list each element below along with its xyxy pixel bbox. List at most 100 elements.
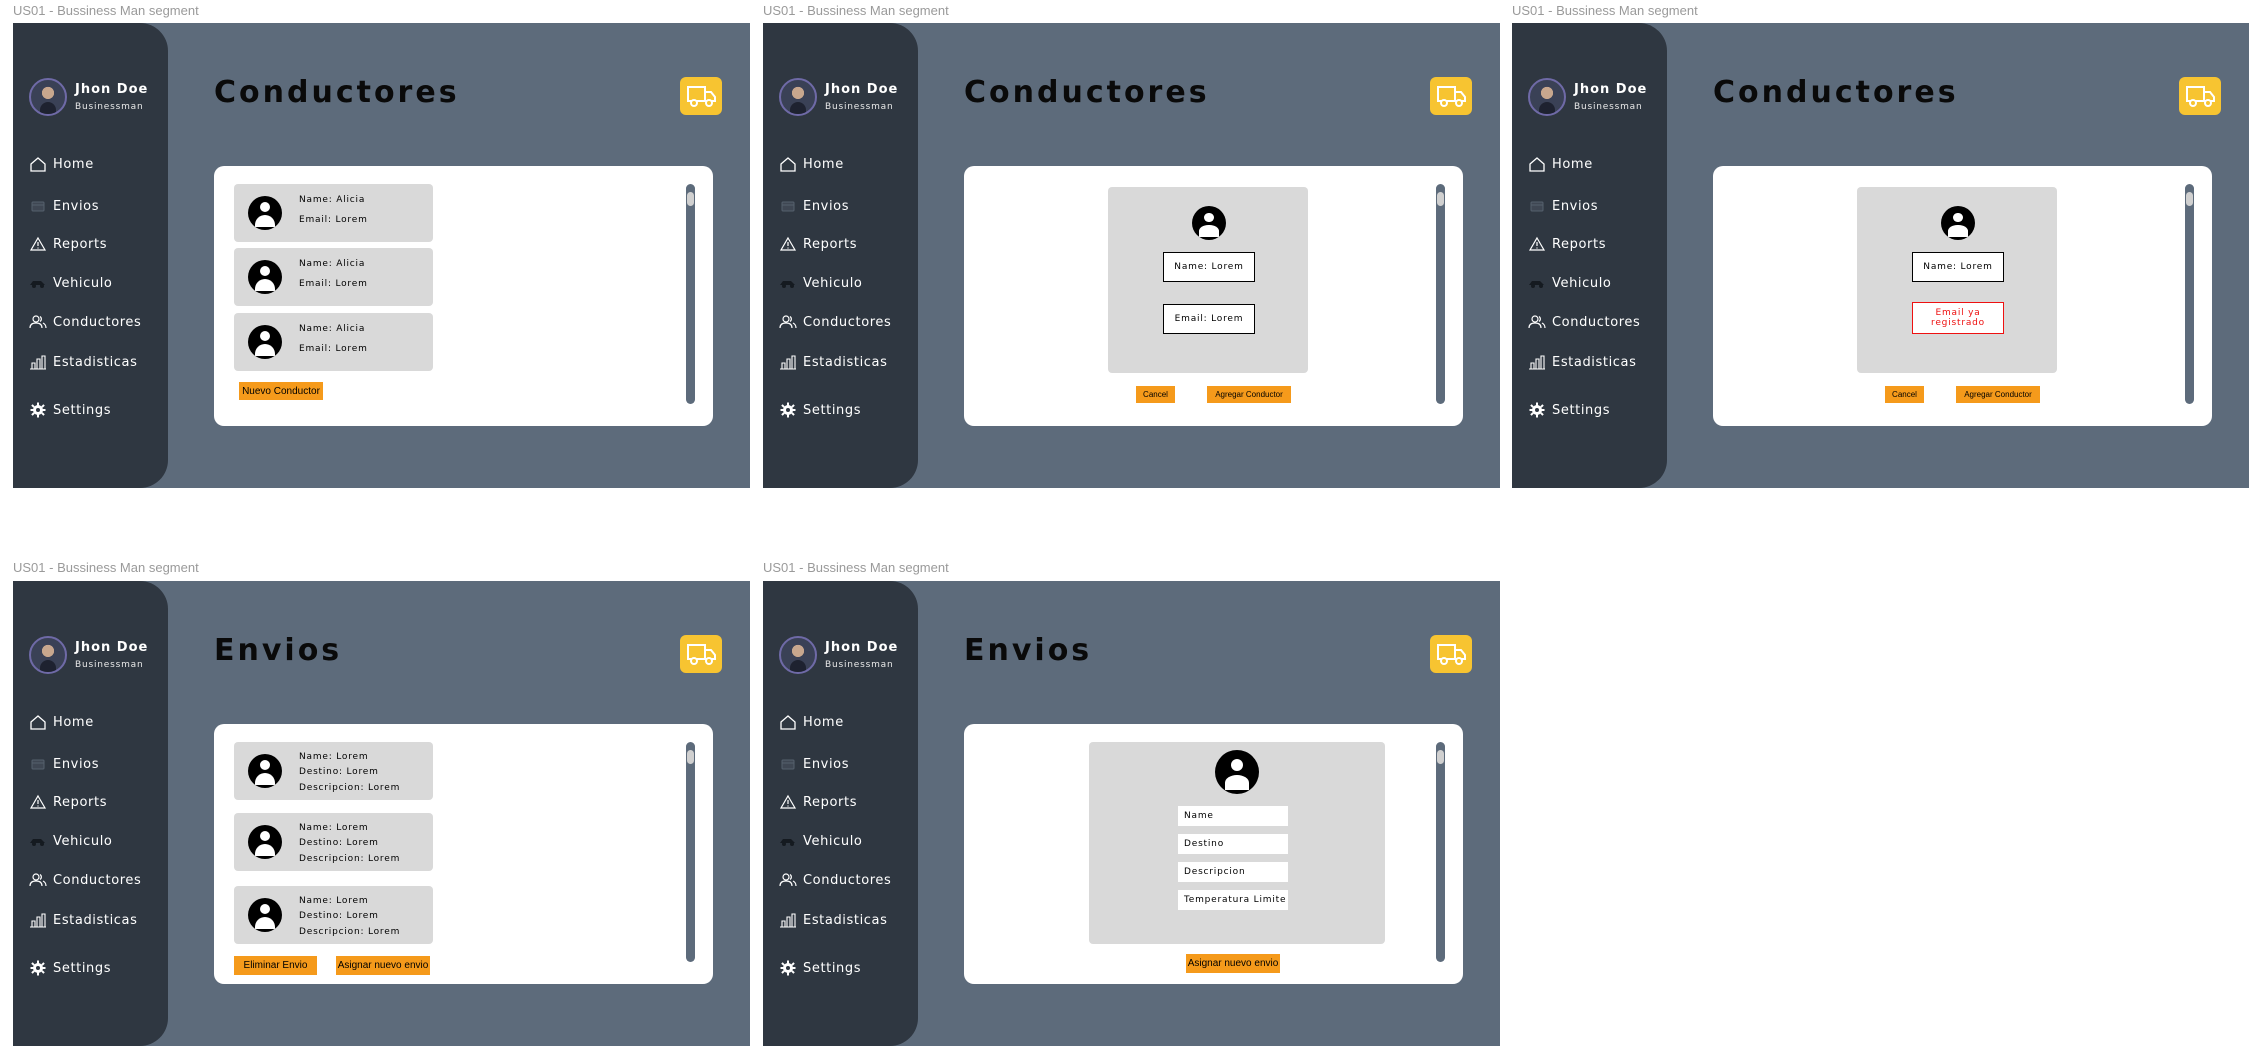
scrollbar-thumb[interactable]: [1437, 192, 1444, 206]
user-profile[interactable]: Jhon Doe Businessman: [29, 78, 148, 116]
nav-conductores[interactable]: Conductores: [1528, 314, 1640, 330]
shipment-card[interactable]: Name: Lorem Destino: Lorem Descripcion: …: [234, 886, 433, 944]
home-icon: [779, 714, 797, 730]
nav-label: Reports: [1552, 236, 1607, 252]
stats-icon: [779, 912, 797, 928]
scrollbar-thumb[interactable]: [687, 750, 694, 764]
shipment-card[interactable]: Name: Lorem Destino: Lorem Descripcion: …: [234, 742, 433, 800]
nav-home[interactable]: Home: [29, 714, 94, 730]
user-profile[interactable]: Jhon Doe Businessman: [779, 636, 898, 674]
nav-conductores[interactable]: Conductores: [779, 314, 891, 330]
email-field[interactable]: Email: Lorem: [1163, 304, 1255, 334]
gear-icon: [779, 960, 797, 976]
nav-label: Home: [53, 156, 94, 172]
nav-reports[interactable]: Reports: [1528, 236, 1606, 252]
add-driver-button[interactable]: Agregar Conductor: [1956, 386, 2040, 403]
scrollbar-thumb[interactable]: [1437, 750, 1444, 764]
name-input[interactable]: Name: [1178, 806, 1288, 826]
destino-input[interactable]: Destino: [1178, 834, 1288, 854]
nav-envios[interactable]: Envios: [29, 756, 99, 772]
driver-card[interactable]: Name: Alicia Email: Lorem: [234, 248, 433, 306]
nav-settings[interactable]: Settings: [1528, 402, 1610, 418]
stats-icon: [779, 354, 797, 370]
drivers-panel: Name: Alicia Email: Lorem Name: Alicia E…: [214, 166, 713, 426]
shipment-card[interactable]: Name: Lorem Destino: Lorem Descripcion: …: [234, 813, 433, 871]
driver-card[interactable]: Name: Alicia Email: Lorem: [234, 313, 433, 371]
nav-estadisticas[interactable]: Estadisticas: [779, 354, 887, 370]
nav-reports[interactable]: Reports: [779, 236, 857, 252]
nav-envios[interactable]: Envios: [29, 198, 99, 214]
cancel-button[interactable]: Cancel: [1885, 386, 1924, 403]
nav-home[interactable]: Home: [779, 714, 844, 730]
nav-reports[interactable]: Reports: [29, 236, 107, 252]
frame-label: US01 - Bussiness Man segment: [13, 3, 199, 18]
profile-role: Businessman: [825, 660, 894, 670]
scrollbar[interactable]: [686, 742, 695, 962]
nav-home[interactable]: Home: [1528, 156, 1593, 172]
truck-icon: [1430, 77, 1472, 115]
nav-estadisticas[interactable]: Estadisticas: [779, 912, 887, 928]
sidebar: Jhon Doe Businessman Home Envios Reports Vehi…: [763, 581, 918, 1046]
nav-label: Envios: [1552, 198, 1599, 214]
nav-reports[interactable]: Reports: [29, 794, 107, 810]
nav-estadisticas[interactable]: Estadisticas: [29, 912, 137, 928]
nav-label: Home: [53, 714, 94, 730]
descripcion-input[interactable]: Descripcion: [1178, 862, 1288, 882]
page-title: Conductores: [964, 75, 1210, 110]
user-profile[interactable]: Jhon Doe Businessman: [779, 78, 898, 116]
nav-settings[interactable]: Settings: [779, 960, 861, 976]
scrollbar[interactable]: [686, 184, 695, 404]
name-field[interactable]: Name: Lorem: [1912, 252, 2004, 282]
profile-name: Jhon Doe: [1574, 82, 1648, 97]
nav-estadisticas[interactable]: Estadisticas: [29, 354, 137, 370]
new-driver-button[interactable]: Nuevo Conductor: [239, 382, 323, 400]
envios-icon: [779, 756, 797, 772]
user-profile[interactable]: Jhon Doe Businessman: [29, 636, 148, 674]
scrollbar[interactable]: [1436, 742, 1445, 962]
envios-icon: [1528, 198, 1546, 214]
nav-vehiculo[interactable]: Vehiculo: [29, 833, 113, 849]
driver-card[interactable]: Name: Alicia Email: Lorem: [234, 184, 433, 242]
nav-vehiculo[interactable]: Vehiculo: [1528, 275, 1612, 291]
nav-settings[interactable]: Settings: [779, 402, 861, 418]
scrollbar-thumb[interactable]: [687, 192, 694, 206]
avatar: [779, 636, 817, 674]
avatar: [779, 78, 817, 116]
profile-name: Jhon Doe: [75, 82, 149, 97]
scrollbar[interactable]: [2185, 184, 2194, 404]
nav-home[interactable]: Home: [779, 156, 844, 172]
nav-settings[interactable]: Settings: [29, 960, 111, 976]
nav-settings[interactable]: Settings: [29, 402, 111, 418]
nav-reports[interactable]: Reports: [779, 794, 857, 810]
nav-label: Estadisticas: [53, 354, 138, 370]
user-profile[interactable]: Jhon Doe Businessman: [1528, 78, 1647, 116]
temperatura-input[interactable]: Temperatura Limite: [1178, 890, 1288, 910]
assign-shipment-button[interactable]: Asignar nuevo envio: [336, 956, 430, 975]
nav-label: Vehiculo: [1552, 275, 1612, 291]
scrollbar[interactable]: [1436, 184, 1445, 404]
nav-label: Conductores: [53, 872, 142, 888]
assign-shipment-button[interactable]: Asignar nuevo envio: [1186, 954, 1280, 973]
nav-vehiculo[interactable]: Vehiculo: [779, 833, 863, 849]
nav-envios[interactable]: Envios: [779, 756, 849, 772]
nav-conductores[interactable]: Conductores: [29, 314, 141, 330]
cancel-button[interactable]: Cancel: [1136, 386, 1175, 403]
envios-icon: [29, 756, 47, 772]
name-field[interactable]: Name: Lorem: [1163, 252, 1255, 282]
delete-shipment-button[interactable]: Eliminar Envio: [234, 956, 317, 975]
nav-home[interactable]: Home: [29, 156, 94, 172]
nav-vehiculo[interactable]: Vehiculo: [29, 275, 113, 291]
add-driver-button[interactable]: Agregar Conductor: [1207, 386, 1291, 403]
nav-conductores[interactable]: Conductores: [29, 872, 141, 888]
nav-envios[interactable]: Envios: [1528, 198, 1598, 214]
sidebar: Jhon Doe Businessman Home Envios Reports Vehi…: [13, 581, 168, 1046]
nav-envios[interactable]: Envios: [779, 198, 849, 214]
nav-conductores[interactable]: Conductores: [779, 872, 891, 888]
envios-icon: [779, 198, 797, 214]
nav-vehiculo[interactable]: Vehiculo: [779, 275, 863, 291]
scrollbar-thumb[interactable]: [2186, 192, 2193, 206]
nav-label: Envios: [803, 198, 850, 214]
driver-name: Name: Alicia: [299, 195, 366, 205]
email-error-field[interactable]: Email ya registrado: [1912, 302, 2004, 334]
nav-estadisticas[interactable]: Estadisticas: [1528, 354, 1636, 370]
